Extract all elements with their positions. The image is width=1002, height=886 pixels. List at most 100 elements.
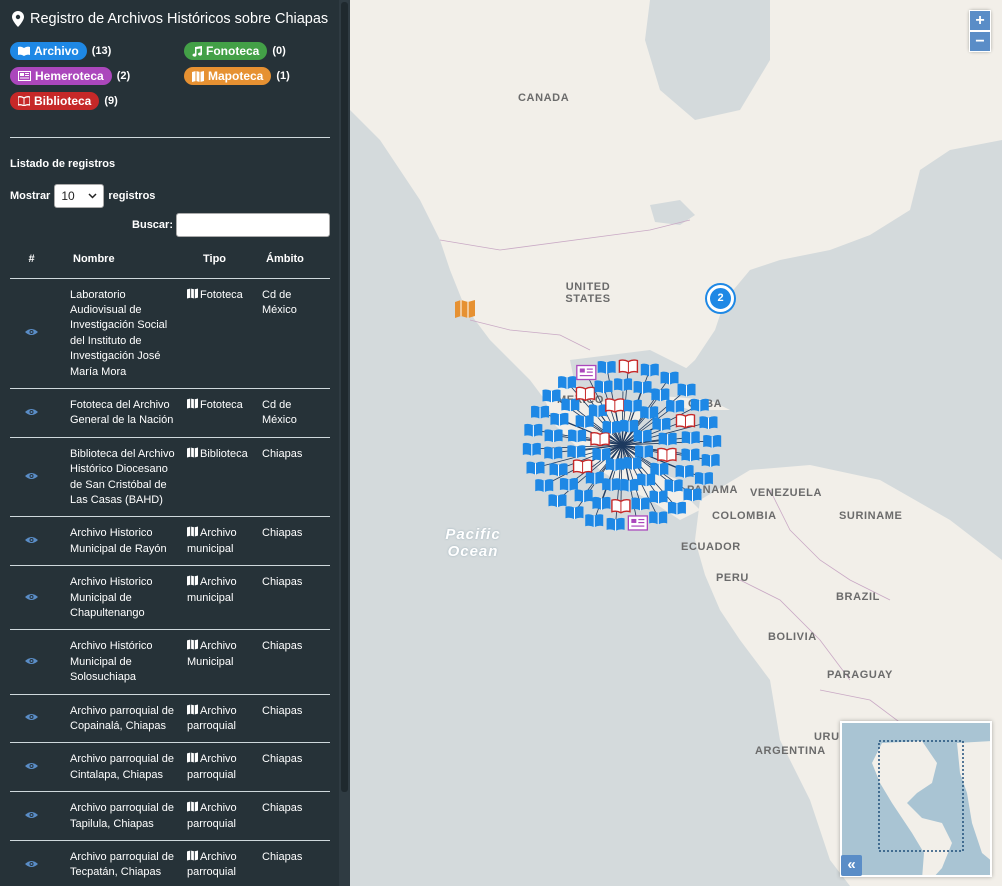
zoom-in-button[interactable]: + [969, 10, 991, 31]
archivo-marker[interactable] [681, 431, 700, 445]
table-row[interactable]: Archivo parroquial de Cintalapa, Chiapas… [10, 742, 330, 793]
table-row[interactable]: Archivo parroquial de Tapilula, Chiapas A… [10, 791, 330, 842]
table-row[interactable]: Archivo Historico Municipal de Rayón Arch… [10, 516, 330, 567]
archivo-marker[interactable] [660, 371, 679, 385]
archivo-marker[interactable] [561, 398, 580, 412]
view-cell[interactable] [10, 629, 53, 695]
eye-icon[interactable] [25, 328, 38, 336]
archivo-marker[interactable] [694, 472, 713, 486]
mapoteca-marker[interactable] [455, 300, 475, 323]
archivo-marker[interactable] [544, 429, 563, 443]
archivo-marker[interactable] [558, 376, 577, 390]
archivo-marker[interactable] [524, 423, 543, 437]
archivo-marker[interactable] [585, 471, 604, 485]
biblioteca-marker[interactable] [572, 459, 593, 474]
archivo-marker[interactable] [666, 399, 685, 413]
archivo-marker[interactable] [683, 488, 702, 502]
archivo-marker[interactable] [605, 458, 624, 472]
biblioteca-marker[interactable] [590, 431, 610, 447]
hemeroteca-marker[interactable] [576, 364, 597, 381]
biblioteca-badge[interactable]: Biblioteca [10, 92, 100, 110]
archivo-marker[interactable] [690, 398, 709, 412]
archivo-marker[interactable] [640, 363, 659, 377]
scrollbar-thumb[interactable] [341, 2, 348, 792]
minimap-toggle-button[interactable]: « [841, 855, 862, 876]
archivo-marker[interactable] [652, 417, 671, 431]
archivo-marker[interactable] [623, 399, 642, 413]
archivo-marker[interactable] [544, 446, 563, 460]
fonoteca-badge[interactable]: Fonoteca [184, 42, 268, 60]
mapoteca-badge[interactable]: Mapoteca [184, 67, 272, 85]
archivo-marker[interactable] [559, 477, 578, 492]
archivo-marker[interactable] [703, 434, 722, 449]
biblioteca-marker[interactable] [605, 398, 625, 413]
archivo-marker[interactable] [548, 494, 567, 508]
category-archivo[interactable]: Archivo (13) [10, 42, 111, 60]
archivo-marker[interactable] [542, 389, 561, 403]
archivo-marker[interactable] [592, 448, 611, 462]
archivo-marker[interactable] [658, 432, 677, 446]
archivo-marker[interactable] [649, 490, 668, 504]
archivo-marker[interactable] [649, 511, 668, 525]
eye-icon[interactable] [25, 472, 38, 480]
archivo-marker[interactable] [574, 489, 593, 503]
column-header-ambito[interactable]: Ámbito [256, 241, 330, 279]
table-row[interactable]: Archivo Histórico Municipal de Solosuchi… [10, 629, 330, 695]
archivo-marker[interactable] [606, 517, 625, 531]
eye-icon[interactable] [25, 762, 38, 770]
archivo-marker[interactable] [568, 429, 587, 443]
hemeroteca-marker[interactable] [627, 515, 648, 531]
biblioteca-marker[interactable] [575, 386, 596, 402]
archivo-marker[interactable] [651, 388, 670, 402]
category-hemeroteca[interactable]: Hemeroteca (2) [10, 67, 130, 85]
category-biblioteca[interactable]: Biblioteca (9) [10, 92, 118, 110]
archivo-marker[interactable] [602, 420, 621, 434]
search-input[interactable] [176, 213, 330, 237]
view-cell[interactable] [10, 791, 53, 842]
archivo-marker[interactable] [602, 478, 621, 492]
eye-icon[interactable] [25, 593, 38, 601]
biblioteca-marker[interactable] [611, 498, 631, 514]
archivo-marker[interactable] [597, 360, 616, 375]
column-header-number[interactable]: # [10, 241, 53, 279]
archivo-marker[interactable] [637, 473, 656, 487]
biblioteca-marker[interactable] [657, 447, 677, 463]
view-cell[interactable] [10, 437, 53, 518]
eye-icon[interactable] [25, 536, 38, 544]
biblioteca-marker[interactable] [675, 413, 696, 429]
category-fonoteca[interactable]: Fonoteca (0) [184, 42, 286, 60]
biblioteca-marker[interactable] [618, 359, 639, 374]
marker-cluster[interactable]: 2 [707, 285, 734, 312]
archivo-marker[interactable] [550, 412, 569, 426]
view-cell[interactable] [10, 278, 53, 389]
archivo-marker[interactable] [535, 479, 554, 493]
archivo-badge[interactable]: Archivo [10, 42, 87, 60]
hemeroteca-badge[interactable]: Hemeroteca [10, 67, 112, 85]
eye-icon[interactable] [25, 657, 38, 665]
archivo-marker[interactable] [634, 445, 653, 459]
view-cell[interactable] [10, 388, 53, 438]
table-row[interactable]: Biblioteca del Archivo Histórico Diocesa… [10, 437, 330, 518]
archivo-marker[interactable] [585, 514, 604, 528]
archivo-marker[interactable] [614, 378, 633, 392]
archivo-marker[interactable] [567, 445, 586, 459]
archivo-marker[interactable] [701, 454, 720, 468]
minimap[interactable] [840, 721, 992, 877]
archivo-marker[interactable] [526, 461, 545, 475]
archivo-marker[interactable] [675, 465, 694, 479]
table-row[interactable]: Archivo parroquial de Copainalá, Chiapas… [10, 694, 330, 744]
sidebar-scrollbar[interactable] [339, 0, 350, 886]
archivo-marker[interactable] [565, 506, 584, 520]
eye-icon[interactable] [25, 713, 38, 721]
map[interactable]: CANADA UNITED STATES MEXICO CUBA PANAMA … [350, 0, 1002, 886]
table-row[interactable]: Archivo Historico Municipal de Chapulten… [10, 565, 330, 631]
eye-icon[interactable] [25, 860, 38, 868]
table-row[interactable]: Fototeca del Archivo General de la Nació… [10, 388, 330, 438]
category-mapoteca[interactable]: Mapoteca (1) [184, 67, 290, 85]
archivo-marker[interactable] [620, 478, 639, 492]
archivo-marker[interactable] [522, 442, 541, 456]
view-cell[interactable] [10, 516, 53, 567]
archivo-marker[interactable] [633, 429, 652, 443]
archivo-marker[interactable] [631, 497, 650, 511]
archivo-marker[interactable] [592, 496, 611, 510]
